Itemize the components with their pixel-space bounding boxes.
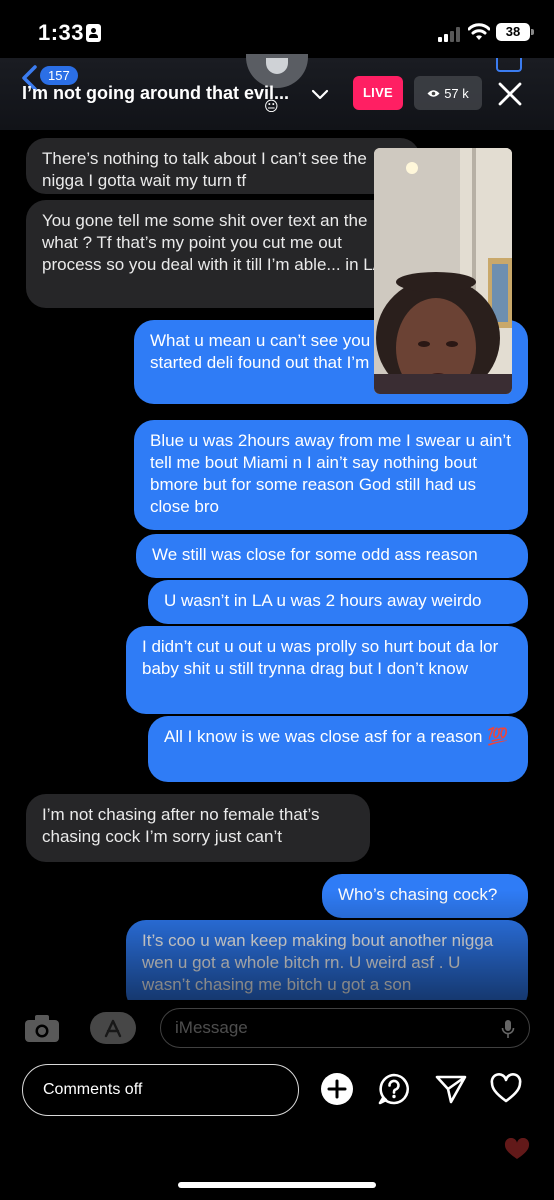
chevron-down-icon[interactable]: [310, 88, 330, 102]
guest-video-pip[interactable]: [374, 148, 512, 394]
viewer-count-badge[interactable]: 57 k: [414, 76, 482, 110]
camera-icon: [25, 1015, 59, 1042]
imessage-placeholder: iMessage: [175, 1018, 248, 1037]
wifi-icon: [468, 23, 490, 40]
home-indicator[interactable]: [178, 1182, 376, 1188]
message-bubble: U wasn’t in LA u was 2 hours away weirdo: [148, 580, 528, 624]
question-icon[interactable]: [377, 1072, 411, 1106]
message-bubble: I’m not chasing after no female that’s c…: [26, 794, 370, 862]
cellular-signal-icon: [438, 26, 462, 42]
live-bottom-bar: Comments off: [0, 1058, 554, 1128]
status-bar: 1:33 38: [0, 0, 554, 60]
add-icon[interactable]: [320, 1072, 354, 1106]
close-icon[interactable]: [496, 80, 524, 108]
guest-video-feed: [374, 148, 512, 394]
comments-field[interactable]: Comments off: [22, 1064, 299, 1116]
microphone-icon: [501, 1020, 515, 1038]
battery-icon: 38: [496, 23, 534, 41]
imessage-field: iMessage: [160, 1008, 530, 1048]
id-card-icon: [86, 24, 101, 42]
eye-icon: [427, 89, 440, 97]
message-bubble: You gone tell me some shit over text an …: [26, 200, 420, 308]
live-header: 157 😐 I’m not going around that evil... …: [0, 54, 554, 130]
viewer-count: 57 k: [444, 85, 469, 101]
heart-icon[interactable]: [489, 1072, 523, 1106]
message-bubble: There’s nothing to talk about I can’t se…: [26, 138, 420, 194]
imessage-input-bar: iMessage: [0, 1000, 554, 1058]
floating-heart-icon: [504, 1138, 530, 1159]
video-camera-icon[interactable]: [496, 58, 522, 72]
message-bubble: It’s coo u wan keep making bout another …: [126, 920, 528, 1000]
message-bubble: I didn’t cut u out u was prolly so hurt …: [126, 626, 528, 714]
status-time: 1:33: [38, 20, 85, 45]
send-icon[interactable]: [434, 1072, 468, 1106]
message-bubble: We still was close for some odd ass reas…: [136, 534, 528, 578]
app-store-icon: [90, 1012, 136, 1044]
message-bubble: Blue u was 2hours away from me I swear u…: [134, 420, 528, 530]
message-bubble: All I know is we was close asf for a rea…: [148, 716, 528, 782]
stream-title[interactable]: I’m not going around that evil...: [22, 83, 289, 104]
live-badge: LIVE: [353, 76, 403, 110]
message-bubble: Who’s chasing cock?: [322, 874, 528, 918]
